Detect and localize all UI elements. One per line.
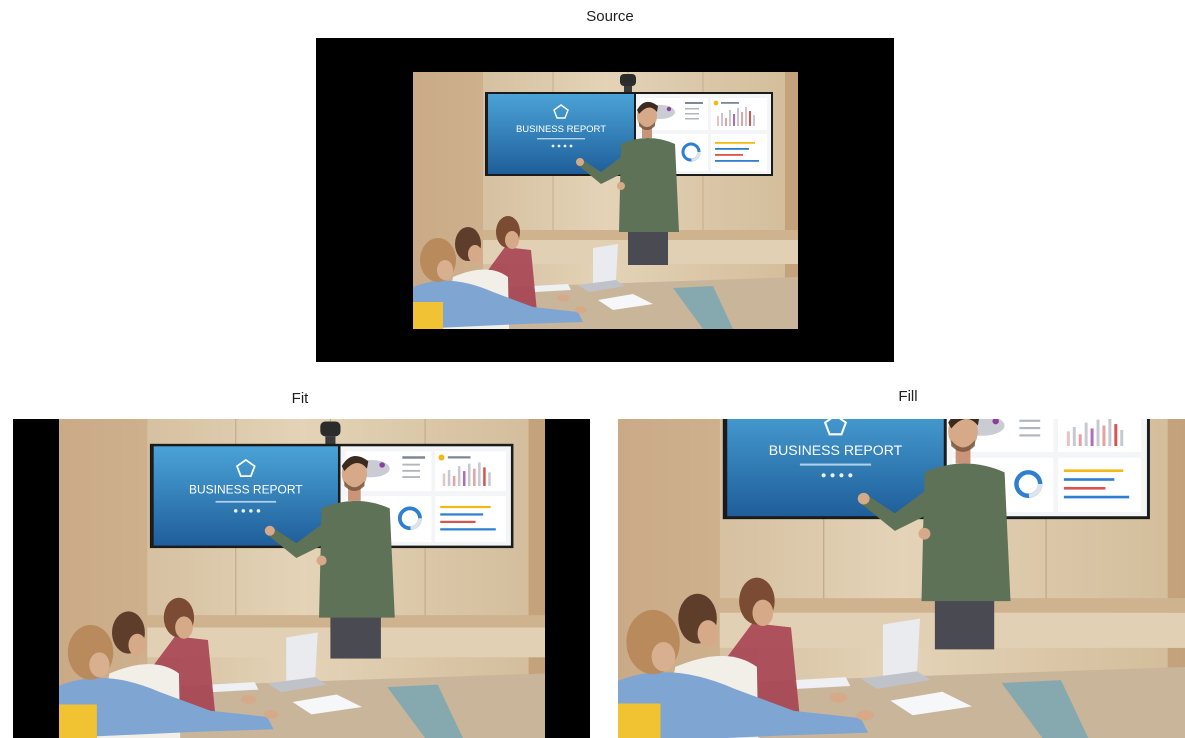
presenter-trousers	[330, 611, 381, 659]
meeting-scene: BUSINESS REPORT	[59, 419, 545, 738]
slide-title: BUSINESS REPORT	[769, 442, 903, 458]
presenter-shirt	[619, 138, 679, 232]
progress-card	[1057, 457, 1142, 512]
yellow-chair	[618, 703, 661, 738]
fill-label: Fill	[898, 388, 918, 405]
camera-icon	[620, 74, 636, 86]
laptop-screen	[286, 632, 318, 683]
yellow-chair	[59, 704, 97, 738]
laptop-screen	[882, 618, 921, 678]
presenter-trousers	[628, 227, 668, 265]
meeting-scene: BUSINESS REPORT	[413, 72, 798, 329]
progress-card	[435, 495, 506, 542]
fit-label: Fit	[291, 390, 309, 407]
presenter-shirt	[921, 463, 1011, 602]
fill-photo: BUSINESS REPORT	[618, 419, 1185, 738]
fit-photo: BUSINESS REPORT	[59, 419, 545, 738]
yellow-chair	[413, 302, 443, 329]
presenter-trousers	[934, 593, 995, 650]
slide-subtitle-line	[537, 138, 585, 140]
progress-card	[711, 134, 767, 171]
source-photo: BUSINESS REPORT	[413, 72, 798, 329]
camera-icon	[320, 421, 341, 437]
presenter-shirt	[319, 500, 395, 618]
source-frame: BUSINESS REPORT	[316, 38, 894, 362]
meeting-scene: BUSINESS REPORT	[618, 419, 1185, 738]
source-label: Source	[586, 8, 634, 25]
fit-frame: BUSINESS REPORT	[13, 419, 590, 738]
fill-frame: BUSINESS REPORT	[618, 419, 1185, 738]
slide-title: BUSINESS REPORT	[516, 124, 606, 135]
slide-subtitle-line	[215, 500, 277, 503]
slide-title: BUSINESS REPORT	[189, 483, 303, 497]
slide-subtitle-line	[799, 463, 872, 466]
laptop-screen	[593, 244, 618, 284]
